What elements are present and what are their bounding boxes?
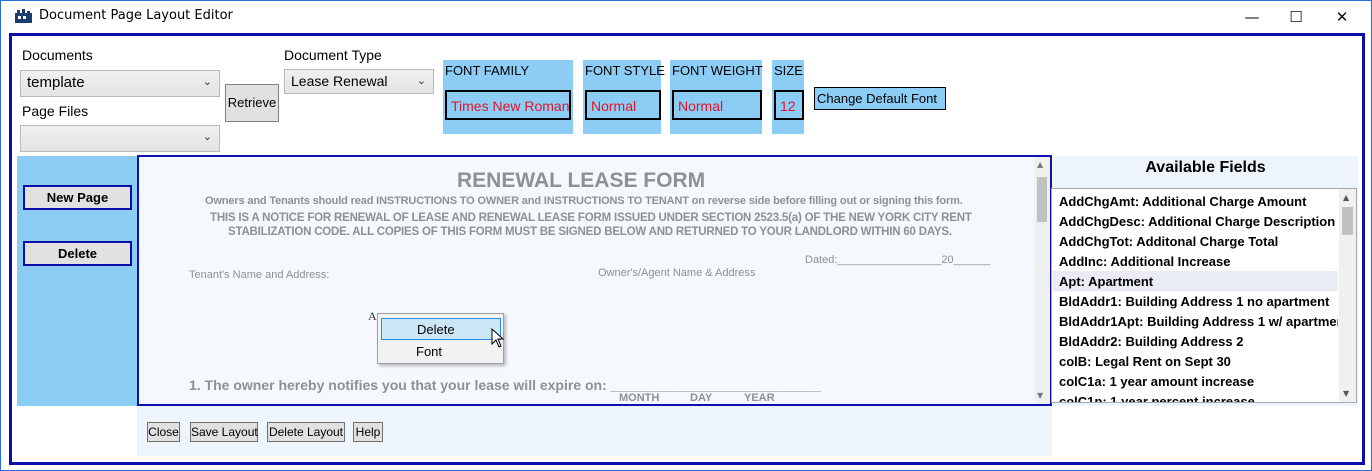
document-canvas[interactable]: RENEWAL LEASE FORM Owners and Tenants sh…: [137, 155, 1052, 406]
app-icon: [15, 9, 32, 23]
chevron-down-icon: ⌄: [416, 75, 426, 87]
font-weight-value[interactable]: Normal: [672, 90, 762, 120]
minimize-button[interactable]: —: [1229, 5, 1275, 29]
page-files-combo[interactable]: ⌄: [20, 125, 220, 152]
available-fields-title: Available Fields: [1053, 156, 1358, 188]
font-size-header: SIZE: [774, 63, 803, 78]
field-item[interactable]: BldAddr1: Building Address 1 no apartmen…: [1053, 291, 1338, 311]
documents-combo-value: template: [27, 74, 85, 91]
document-preview: RENEWAL LEASE FORM Owners and Tenants sh…: [139, 157, 1034, 404]
field-item[interactable]: colC1p: 1 year percent increase: [1053, 391, 1338, 402]
font-family-value[interactable]: Times New Roman: [445, 90, 571, 120]
documents-combo[interactable]: template ⌄: [20, 70, 220, 97]
font-family-box: FONT FAMILY Times New Roman: [443, 60, 573, 134]
help-button[interactable]: Help: [353, 422, 383, 442]
new-page-button[interactable]: New Page: [23, 185, 132, 210]
field-item[interactable]: AddChgTot: Additonal Charge Total: [1053, 231, 1338, 251]
maximize-button[interactable]: ☐: [1273, 5, 1319, 29]
font-weight-header: FONT WEIGHT: [672, 63, 763, 78]
field-item[interactable]: colC1a: 1 year amount increase: [1053, 371, 1338, 391]
font-style-header: FONT STYLE: [585, 63, 665, 78]
form-title: RENEWAL LEASE FORM: [457, 169, 706, 192]
font-family-header: FONT FAMILY: [445, 63, 530, 78]
field-item[interactable]: AddInc: Additional Increase: [1053, 251, 1338, 271]
form-instructions-line: Owners and Tenants should read INSTRUCTI…: [205, 195, 963, 207]
fields-scroll-thumb[interactable]: [1342, 207, 1353, 235]
scroll-down-arrow-icon[interactable]: ▼: [1037, 391, 1043, 400]
page-files-label: Page Files: [22, 103, 89, 119]
page-actions-panel: New Page Delete: [17, 156, 137, 406]
tenant-name-label: Tenant's Name and Address:: [189, 269, 330, 281]
save-layout-button[interactable]: Save Layout: [190, 422, 258, 442]
day-label: DAY: [690, 392, 713, 404]
document-type-label: Document Type: [284, 47, 382, 63]
owner-name-label: Owner's/Agent Name & Address: [598, 267, 756, 279]
close-window-button[interactable]: ✕: [1319, 5, 1365, 29]
form-expiration-line: 1. The owner hereby notifies you that yo…: [189, 377, 821, 393]
document-type-combo[interactable]: Lease Renewal ⌄: [284, 69, 434, 94]
field-item-selected[interactable]: Apt: Apartment: [1053, 271, 1338, 291]
context-menu: Delete Font: [377, 313, 504, 364]
context-menu-font[interactable]: Font: [381, 341, 501, 363]
font-size-value[interactable]: 12: [774, 90, 804, 120]
font-style-box: FONT STYLE Normal: [583, 60, 665, 134]
field-item[interactable]: BldAddr2: Building Address 2: [1053, 331, 1338, 351]
close-button[interactable]: Close: [147, 422, 180, 442]
chevron-down-icon: ⌄: [202, 76, 212, 88]
field-item[interactable]: colB: Legal Rent on Sept 30: [1053, 351, 1338, 371]
app-window: Document Page Layout Editor — ☐ ✕ Docume…: [0, 0, 1372, 471]
year-label: YEAR: [744, 392, 775, 404]
chevron-down-icon: ⌄: [202, 131, 212, 143]
scroll-up-arrow-icon[interactable]: ▲: [1037, 160, 1043, 169]
retrieve-button[interactable]: Retrieve: [225, 84, 279, 122]
canvas-scroll-thumb[interactable]: [1037, 177, 1047, 222]
month-label: MONTH: [619, 392, 660, 404]
delete-layout-button[interactable]: Delete Layout: [267, 422, 345, 442]
fields-vertical-scrollbar[interactable]: ▲ ▼: [1339, 189, 1356, 402]
field-item[interactable]: BldAddr1Apt: Building Address 1 w/ apart…: [1053, 311, 1338, 331]
context-menu-delete[interactable]: Delete: [381, 318, 501, 340]
window-title: Document Page Layout Editor: [39, 8, 233, 23]
font-style-value[interactable]: Normal: [585, 90, 661, 120]
field-item[interactable]: AddChgAmt: Additional Charge Amount: [1053, 191, 1338, 211]
form-notice-line-2: STABILIZATION CODE. ALL COPIES OF THIS F…: [228, 226, 952, 238]
form-dated-line: Dated:_________________20______: [805, 254, 991, 266]
delete-page-button[interactable]: Delete: [23, 241, 132, 266]
form-notice-line-1: THIS IS A NOTICE FOR RENEWAL OF LEASE AN…: [210, 212, 972, 224]
available-fields-list[interactable]: AddChgAmt: Additional Charge Amount AddC…: [1051, 188, 1357, 403]
documents-label: Documents: [22, 47, 93, 63]
change-default-font-button[interactable]: Change Default Font: [814, 87, 946, 110]
canvas-vertical-scrollbar[interactable]: ▲ ▼: [1034, 157, 1050, 404]
field-item[interactable]: AddChgDesc: Additional Charge Descriptio…: [1053, 211, 1338, 231]
font-weight-box: FONT WEIGHT Normal: [670, 60, 763, 134]
document-type-combo-value: Lease Renewal: [291, 73, 388, 89]
scroll-up-arrow-icon[interactable]: ▲: [1343, 193, 1349, 202]
mouse-pointer-icon: [491, 328, 505, 348]
scroll-down-arrow-icon[interactable]: ▼: [1343, 389, 1349, 398]
title-bar[interactable]: Document Page Layout Editor — ☐ ✕: [1, 1, 1371, 32]
font-size-box: SIZE 12: [772, 60, 804, 134]
